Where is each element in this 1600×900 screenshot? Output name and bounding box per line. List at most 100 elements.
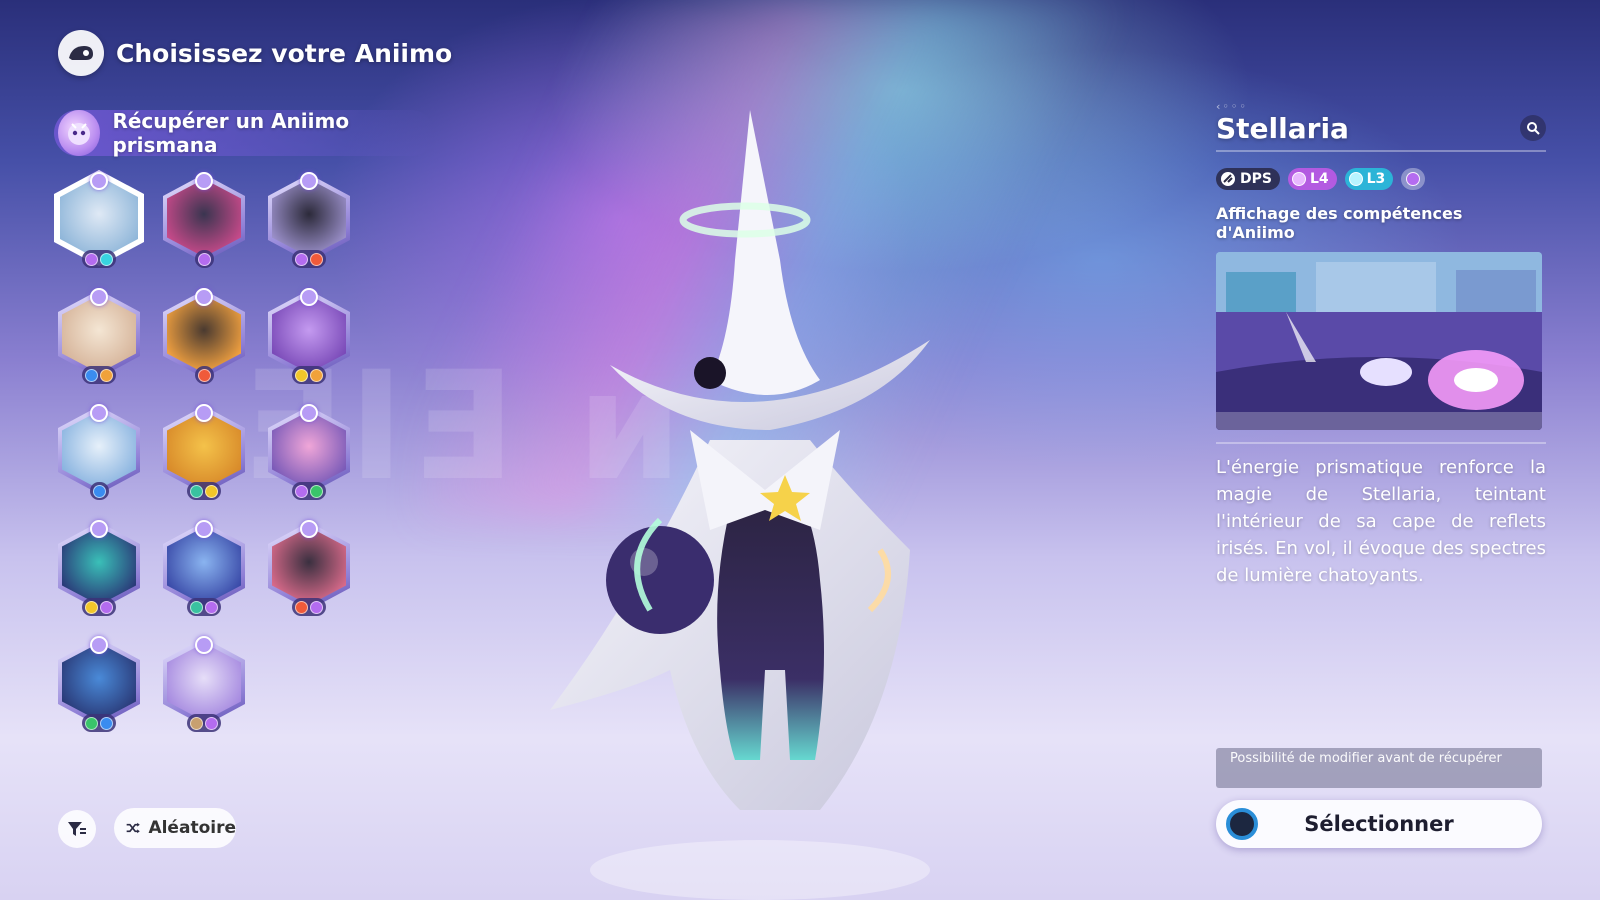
element-badge [82, 250, 116, 268]
prism-gem-icon [300, 404, 318, 422]
panel-decoration: ‹◦◦◦ [1216, 100, 1248, 113]
mode-label: Récupérer un Aniimo prismana [112, 109, 350, 157]
element-badge [292, 250, 326, 268]
tag-row: DPS L4 L3 [1216, 168, 1546, 190]
divider [1216, 442, 1546, 444]
prism-gem-icon [90, 520, 108, 538]
element-badge [292, 366, 326, 384]
electric-element-icon [85, 600, 98, 614]
water-element-icon [100, 716, 113, 730]
prism-element-icon [205, 600, 218, 614]
ice-element-icon [100, 252, 113, 266]
aniimo-card[interactable] [54, 518, 144, 618]
details-panel: ‹◦◦◦ Stellaria DPS L4 L3 Affichage des c… [1216, 100, 1546, 589]
prism-element-icon [205, 716, 218, 730]
prism-gem-icon [195, 288, 213, 306]
fire-element-icon [198, 368, 211, 382]
aniimo-card[interactable] [159, 286, 249, 386]
element-badge [82, 714, 116, 732]
skills-title: Affichage des compétences d'Aniimo [1216, 204, 1463, 242]
page-title: Choisissez votre Aniimo [116, 38, 453, 68]
prism-element-icon [295, 484, 308, 498]
element-badge [195, 366, 214, 384]
aniimo-card[interactable] [264, 286, 354, 386]
prism-element-icon [100, 600, 113, 614]
wind-element-icon [190, 484, 203, 498]
back-button[interactable] [58, 30, 104, 76]
electric-element-icon [295, 368, 308, 382]
modify-note: Possibilité de modifier avant de récupér… [1216, 748, 1542, 788]
prism-level-tag: L4 [1287, 168, 1337, 190]
element-badge [90, 482, 109, 500]
prism-gem-badge [1401, 168, 1426, 190]
gem-icon [1406, 172, 1421, 186]
prism-element-icon [310, 600, 323, 614]
aniimo-card[interactable] [159, 170, 249, 270]
gear-element-icon [100, 368, 113, 382]
character-model [550, 110, 930, 900]
element-badge [292, 598, 326, 616]
prism-element-icon [85, 252, 98, 266]
element-badge [195, 250, 214, 268]
filter-button[interactable] [58, 810, 96, 848]
random-label: Aléatoire [148, 818, 236, 838]
prism-gem-icon [195, 404, 213, 422]
dps-icon [1221, 172, 1235, 186]
ice-level-label: L3 [1366, 171, 1386, 187]
prism-element-icon [198, 252, 211, 266]
element-badge [82, 598, 116, 616]
prism-gem-icon [58, 110, 101, 156]
name-row: Stellaria [1216, 112, 1546, 152]
prism-gem-icon [90, 172, 108, 190]
filter-icon [68, 822, 86, 836]
search-icon [1527, 122, 1540, 135]
electric-element-icon [205, 484, 218, 498]
prism-gem-icon [195, 172, 213, 190]
aniimo-card[interactable] [159, 634, 249, 734]
prism-element-icon [295, 252, 308, 266]
prism-gem-icon [90, 636, 108, 654]
leaf-element-icon [310, 484, 323, 498]
aniimo-card[interactable] [264, 518, 354, 618]
gear-element-icon [310, 368, 323, 382]
water-element-icon [85, 368, 98, 382]
prism-gem-icon [195, 636, 213, 654]
aniimo-card[interactable] [54, 170, 144, 270]
aniimo-card[interactable] [264, 402, 354, 502]
skills-preview-image [1216, 252, 1542, 430]
random-button[interactable]: Aléatoire [114, 808, 236, 848]
aniimo-card[interactable] [54, 634, 144, 734]
aniimo-card[interactable] [159, 518, 249, 618]
character-description: L'énergie prismatique renforce la magie … [1216, 457, 1546, 586]
aniimo-card[interactable] [54, 402, 144, 502]
aniimo-card[interactable] [264, 170, 354, 270]
prism-gem-icon [300, 520, 318, 538]
fire-element-icon [295, 600, 308, 614]
select-label: Sélectionner [1304, 812, 1454, 836]
prism-gem-icon [90, 404, 108, 422]
aniimo-card[interactable] [159, 402, 249, 502]
wind-element-icon [190, 600, 203, 614]
element-badge [187, 598, 221, 616]
prism-gem-icon [300, 288, 318, 306]
back-icon [69, 46, 93, 60]
element-badge [187, 714, 221, 732]
role-label: DPS [1240, 171, 1272, 187]
ice-element-icon [1348, 172, 1363, 186]
prism-level-label: L4 [1309, 171, 1329, 187]
select-button[interactable]: Sélectionner [1216, 800, 1542, 848]
prism-gem-icon [300, 172, 318, 190]
role-tag: DPS [1216, 168, 1280, 190]
character-name: Stellaria [1216, 111, 1349, 145]
element-badge [187, 482, 221, 500]
water-element-icon [93, 484, 106, 498]
shuffle-icon [126, 822, 140, 834]
prism-gem-icon [90, 288, 108, 306]
prism-element-icon [1291, 172, 1306, 186]
aniimo-card[interactable] [54, 286, 144, 386]
ps-circle-icon [1226, 808, 1258, 840]
earth-element-icon [190, 716, 203, 730]
search-button[interactable] [1520, 115, 1546, 141]
skills-preview-video[interactable] [1216, 252, 1542, 430]
mode-banner: Récupérer un Aniimo prismana [54, 109, 434, 157]
